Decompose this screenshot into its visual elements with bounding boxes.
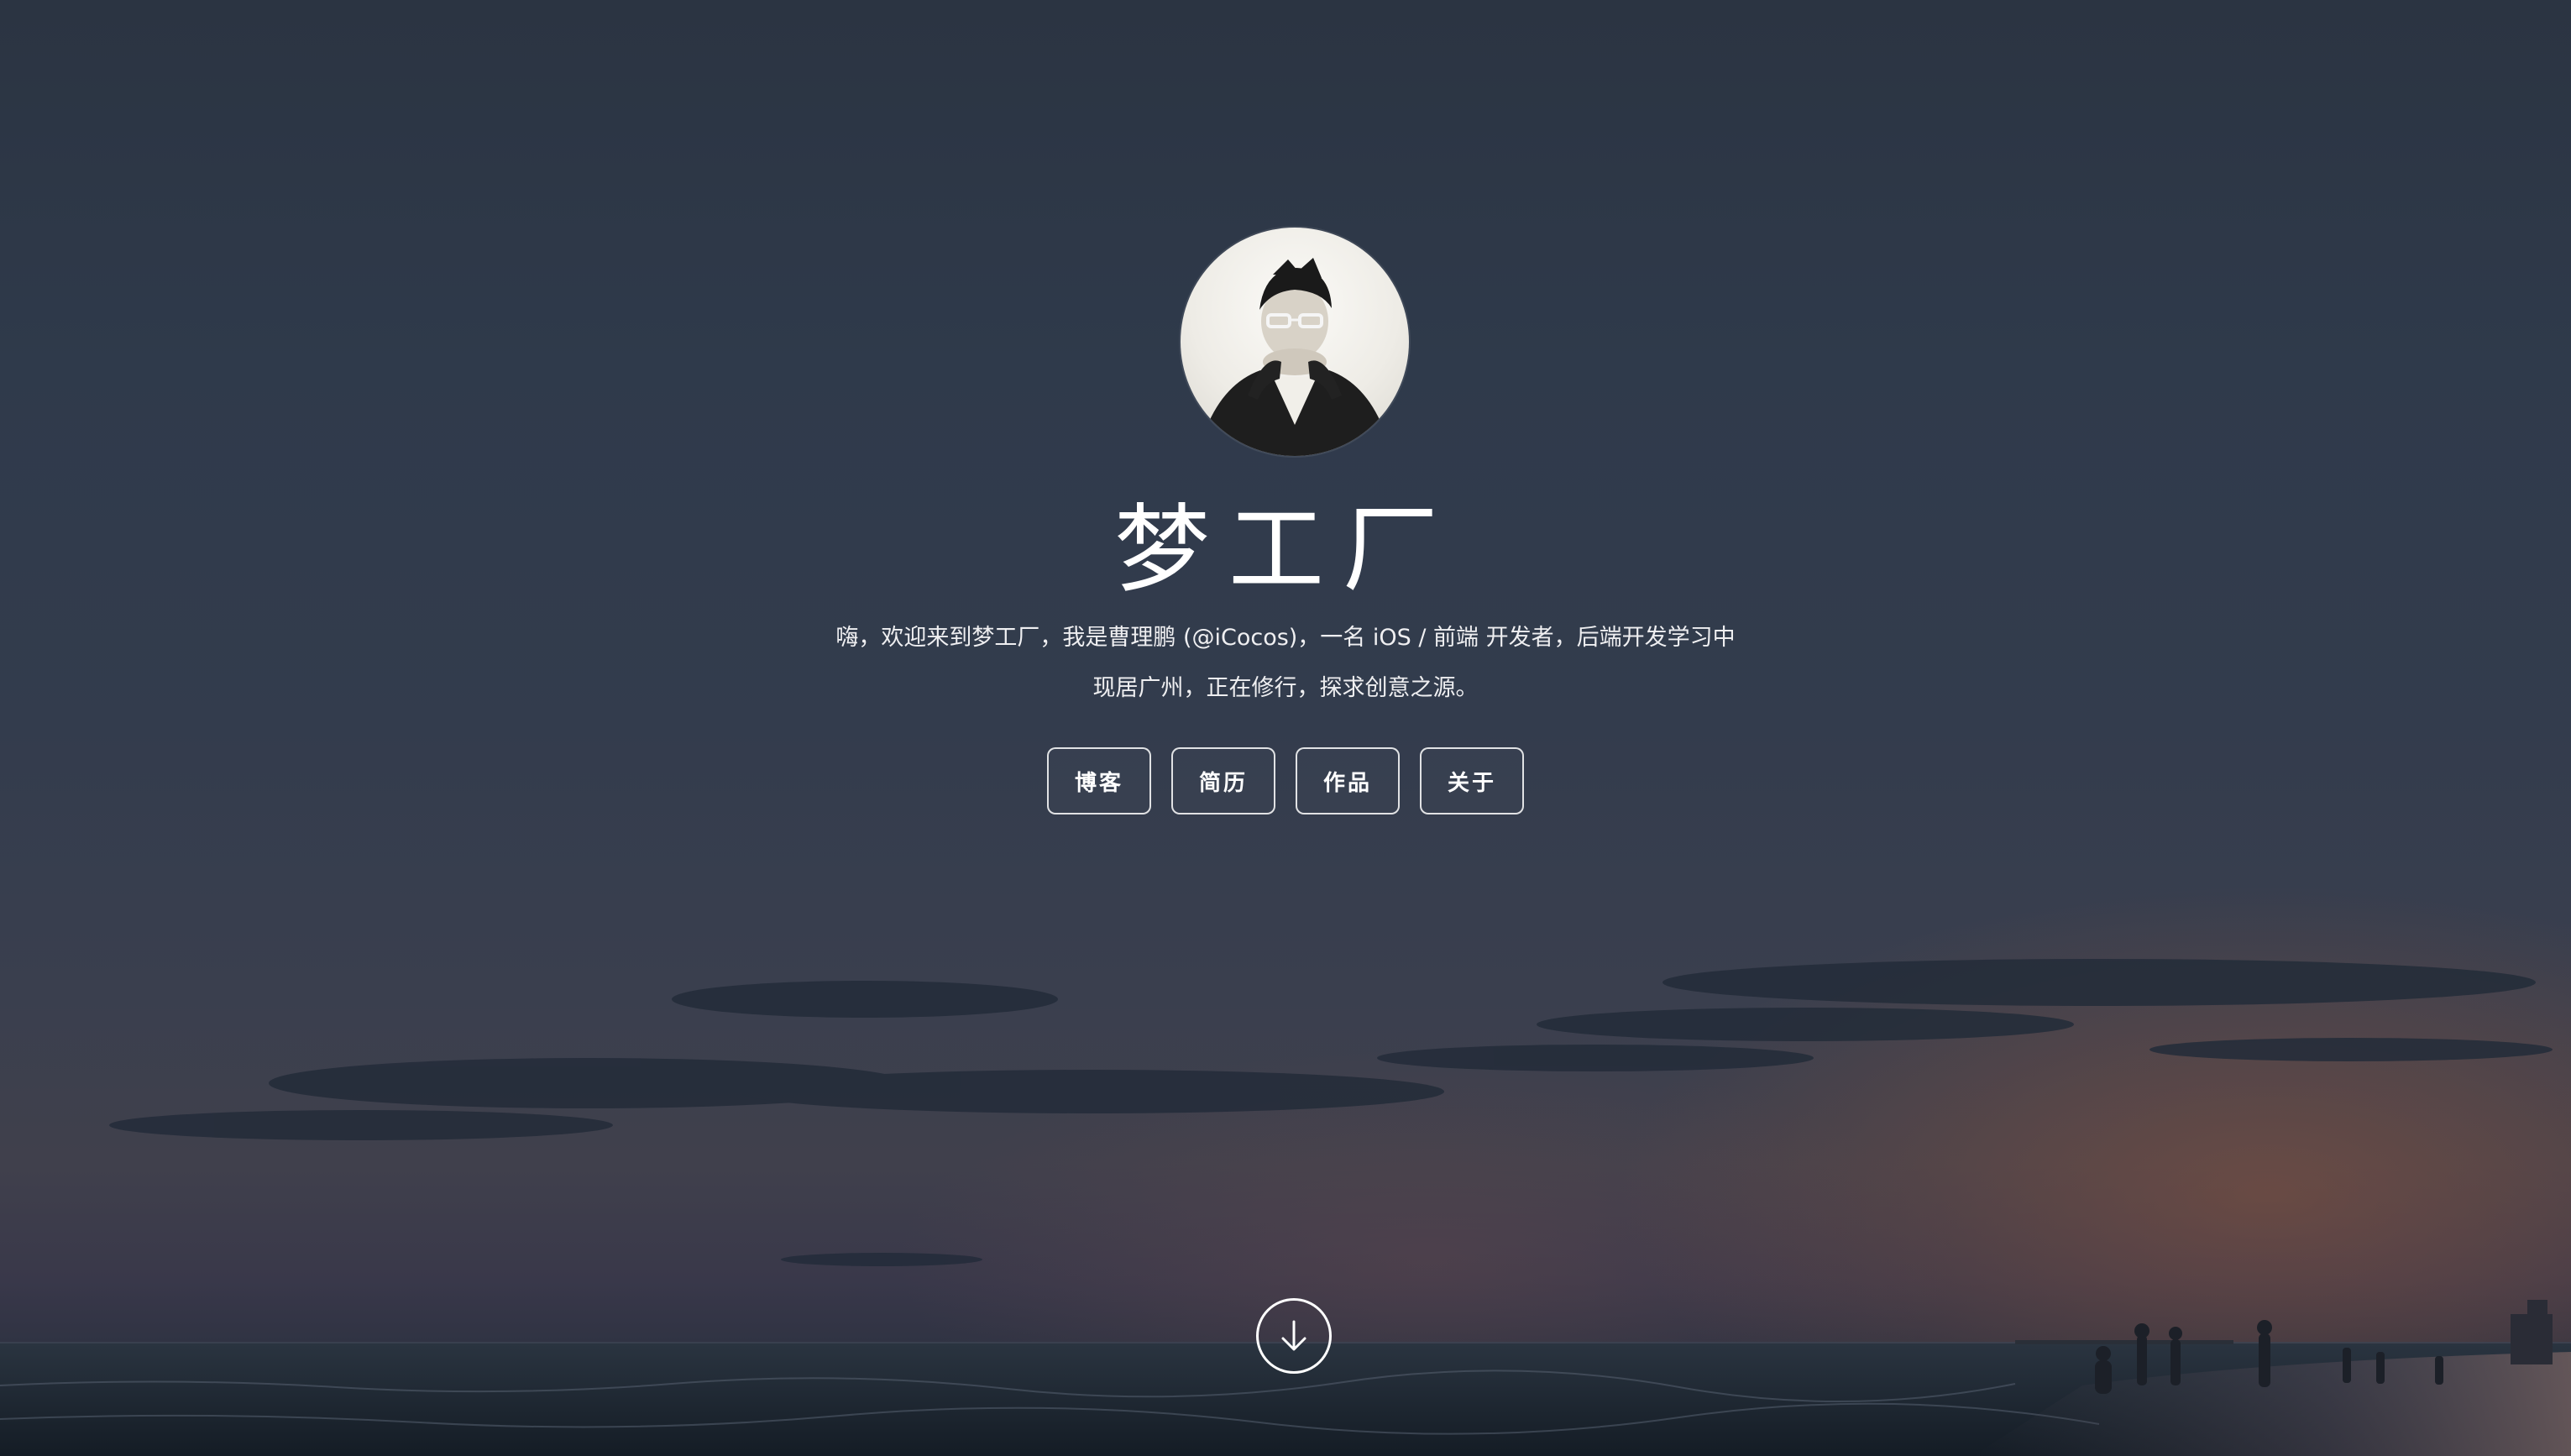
avatar xyxy=(1181,228,1409,456)
intro-text-line-2: 现居广州，正在修行，探求创意之源。 xyxy=(1092,675,1479,701)
blog-button[interactable]: 博客 xyxy=(1047,747,1151,814)
nav-buttons: 博客 简历 作品 关于 xyxy=(1047,747,1524,814)
works-button[interactable]: 作品 xyxy=(1296,747,1400,814)
arrow-down-icon xyxy=(1281,1320,1306,1351)
about-button[interactable]: 关于 xyxy=(1420,747,1524,814)
site-title: 梦工厂 xyxy=(1113,494,1457,605)
scroll-down-button[interactable] xyxy=(1256,1298,1332,1374)
hero-section: 梦工厂 嗨，欢迎来到梦工厂，我是曹理鹏 (@iCocos)，一名 iOS / 前… xyxy=(0,0,2571,1456)
intro-text-line-1: 嗨，欢迎来到梦工厂，我是曹理鹏 (@iCocos)，一名 iOS / 前端 开发… xyxy=(835,625,1736,651)
resume-button[interactable]: 简历 xyxy=(1171,747,1275,814)
profile-photo-icon xyxy=(1197,258,1392,456)
